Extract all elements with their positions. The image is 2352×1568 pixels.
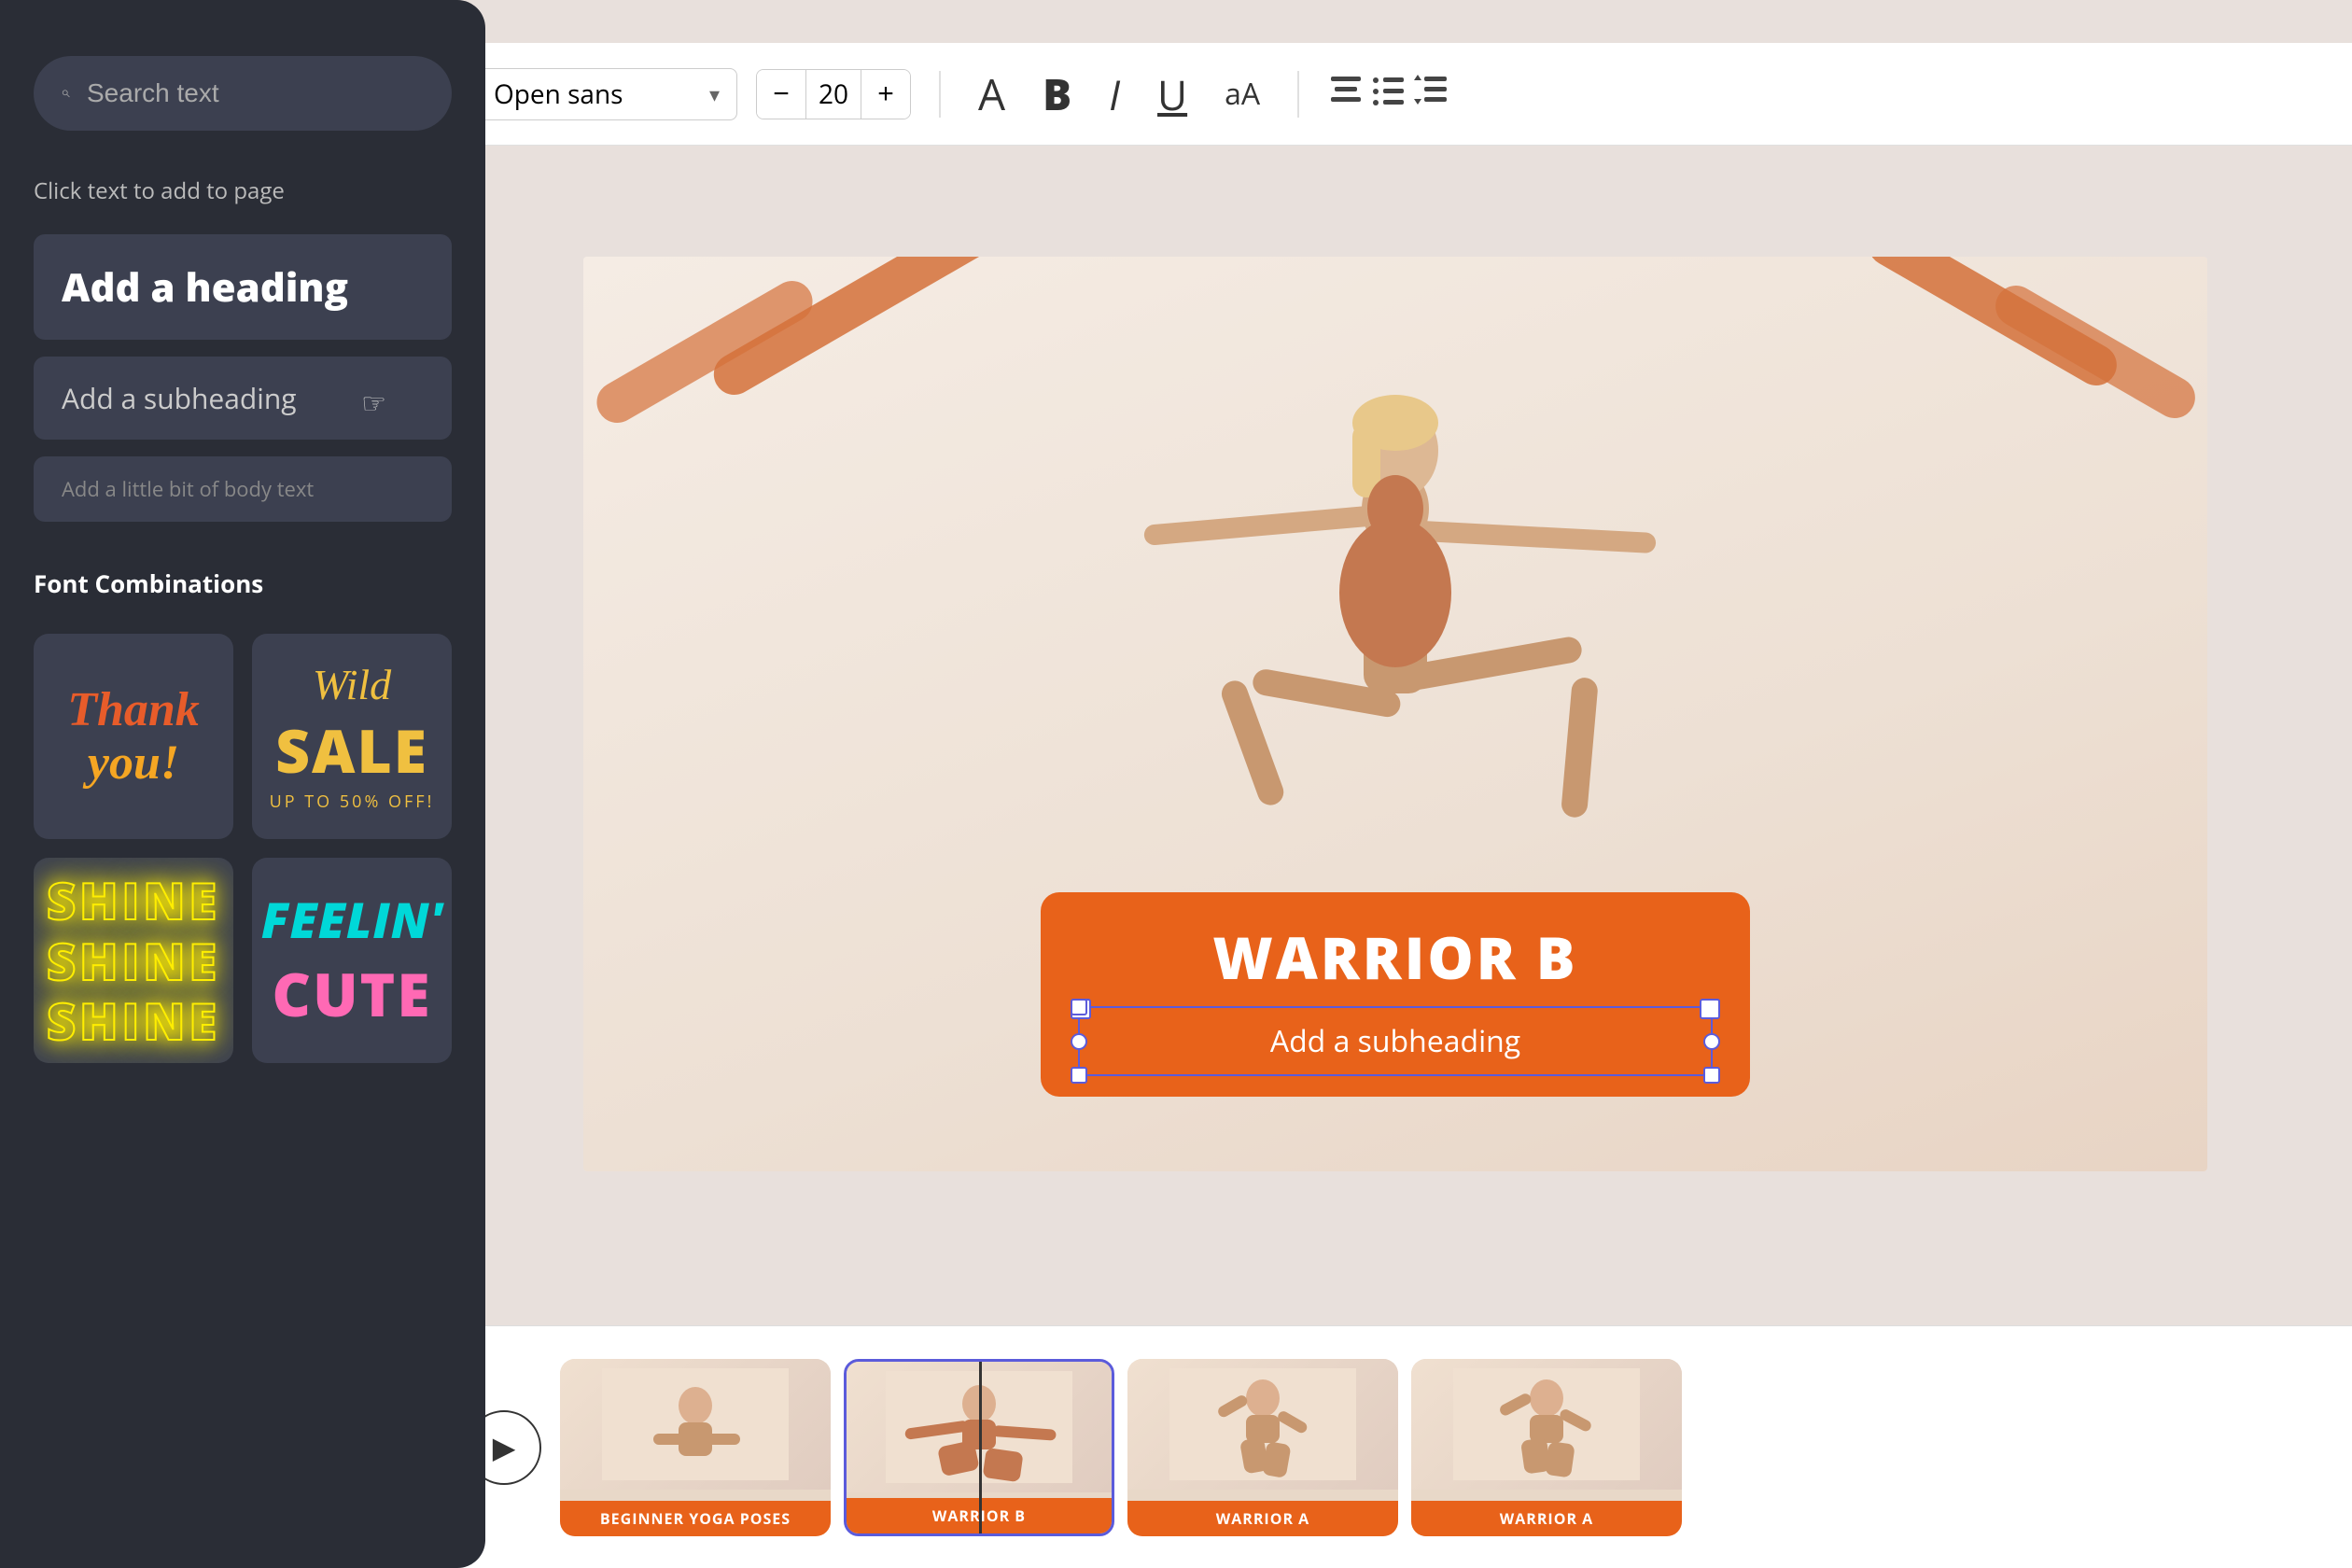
handle-br[interactable] [1703,1067,1720,1084]
add-heading-button[interactable]: Add a heading [34,234,452,340]
font-combo-feelincute[interactable]: FEELIN' CUTE [252,858,452,1063]
shine-line3: SHINE [47,990,220,1051]
text-overlay: WARRIOR B Add a subheading [1041,892,1750,1097]
line-spacing-icon[interactable] [1413,73,1450,116]
timeline-card-3-img [1127,1359,1398,1490]
format-text-button[interactable]: A [969,60,1015,129]
font-combinations-title: Font Combinations [34,567,452,600]
timeline-card-4[interactable]: WARRIOR A [1411,1359,1682,1536]
timeline: ▶ BEGINNER YOGA POSES [439,1325,2352,1568]
sale-text: SALE [270,709,435,791]
handle-tr[interactable] [1703,999,1720,1015]
search-icon [62,77,70,110]
orange-blob: WARRIOR B Add a subheading [1041,892,1750,1097]
timeline-card-1[interactable]: BEGINNER YOGA POSES [560,1359,831,1536]
cute-text: CUTE [261,953,442,1034]
divider2 [1297,71,1299,118]
playhead-marker [979,1362,982,1533]
canvas-subheading[interactable]: Add a subheading [1270,1021,1520,1061]
text-toolbar: Open sans ▾ − 20 + A B I U aA [439,43,2352,146]
timeline-card-1-img [560,1359,831,1490]
handle-tl[interactable] [1071,999,1087,1015]
font-combo-shine[interactable]: SHINE SHINE SHINE [34,858,233,1063]
click-hint-label: Click text to add to page [34,175,452,206]
format-underline-button[interactable]: U [1148,61,1197,128]
sidebar: Click text to add to page Add a heading … [0,0,485,1568]
handle-ml[interactable] [1071,1033,1087,1050]
thumb-svg-1 [602,1368,789,1480]
warrior-title: WARRIOR B [1078,918,1713,997]
add-subheading-button[interactable]: Add a subheading ☞ [34,357,452,440]
shine-line2: SHINE [47,931,220,991]
handle-mr[interactable] [1703,1033,1720,1050]
subheading-label: Add a subheading [62,379,297,417]
canvas[interactable]: WARRIOR B Add a subheading [583,257,2207,1171]
yoga-figure-area [583,313,2207,985]
list-icon[interactable] [1370,73,1407,116]
font-selector[interactable]: Open sans ▾ [476,68,737,120]
canvas-wrap: WARRIOR B Add a subheading [439,103,2352,1325]
thankyou-line2: you! [67,736,200,790]
search-bar[interactable] [34,56,452,131]
feelin-text: FEELIN' [261,887,442,953]
timeline-card-3[interactable]: WARRIOR A [1127,1359,1398,1536]
align-controls [1327,73,1450,116]
thankyou-line1: Thank [67,683,200,736]
handle-bl[interactable] [1071,1067,1087,1084]
body-label: Add a little bit of body text [62,475,314,503]
font-size-value: 20 [805,70,861,119]
search-input[interactable] [87,78,424,108]
chevron-down-icon: ▾ [709,80,720,108]
timeline-card-1-label: BEGINNER YOGA POSES [560,1501,831,1536]
font-combo-thankyou[interactable]: Thank you! [34,634,233,839]
thumb-svg-4 [1453,1368,1640,1480]
format-bold-button[interactable]: B [1033,60,1081,129]
font-size-increase-button[interactable]: + [861,70,910,119]
subheading-selected-box[interactable]: Add a subheading [1078,1006,1713,1076]
yoga-person-svg [975,322,1815,975]
cursor-hand-icon: ☞ [361,383,386,421]
up-to-text: UP TO 50% OFF! [270,791,435,813]
align-center-icon[interactable] [1327,73,1365,116]
shine-line1: SHINE [47,870,220,931]
format-case-button[interactable]: aA [1215,68,1269,119]
thumb-svg-3 [1169,1368,1356,1480]
font-size-decrease-button[interactable]: − [757,70,805,119]
font-combinations-grid: Thank you! Wild SALE UP TO 50% OFF! SHIN… [34,634,452,1063]
timeline-card-2[interactable]: WARRIOR B [844,1359,1114,1536]
font-size-control: − 20 + [756,69,911,119]
format-italic-button[interactable]: I [1099,61,1129,128]
font-combo-wildsale[interactable]: Wild SALE UP TO 50% OFF! [252,634,452,839]
timeline-card-3-label: WARRIOR A [1127,1501,1398,1536]
font-name: Open sans [494,77,696,112]
add-body-text-button[interactable]: Add a little bit of body text [34,456,452,522]
play-icon: ▶ [493,1427,516,1467]
heading-label: Add a heading [62,260,348,314]
divider [939,71,941,118]
timeline-card-4-img [1411,1359,1682,1490]
wild-text: Wild [270,660,435,709]
timeline-card-4-label: WARRIOR A [1411,1501,1682,1536]
